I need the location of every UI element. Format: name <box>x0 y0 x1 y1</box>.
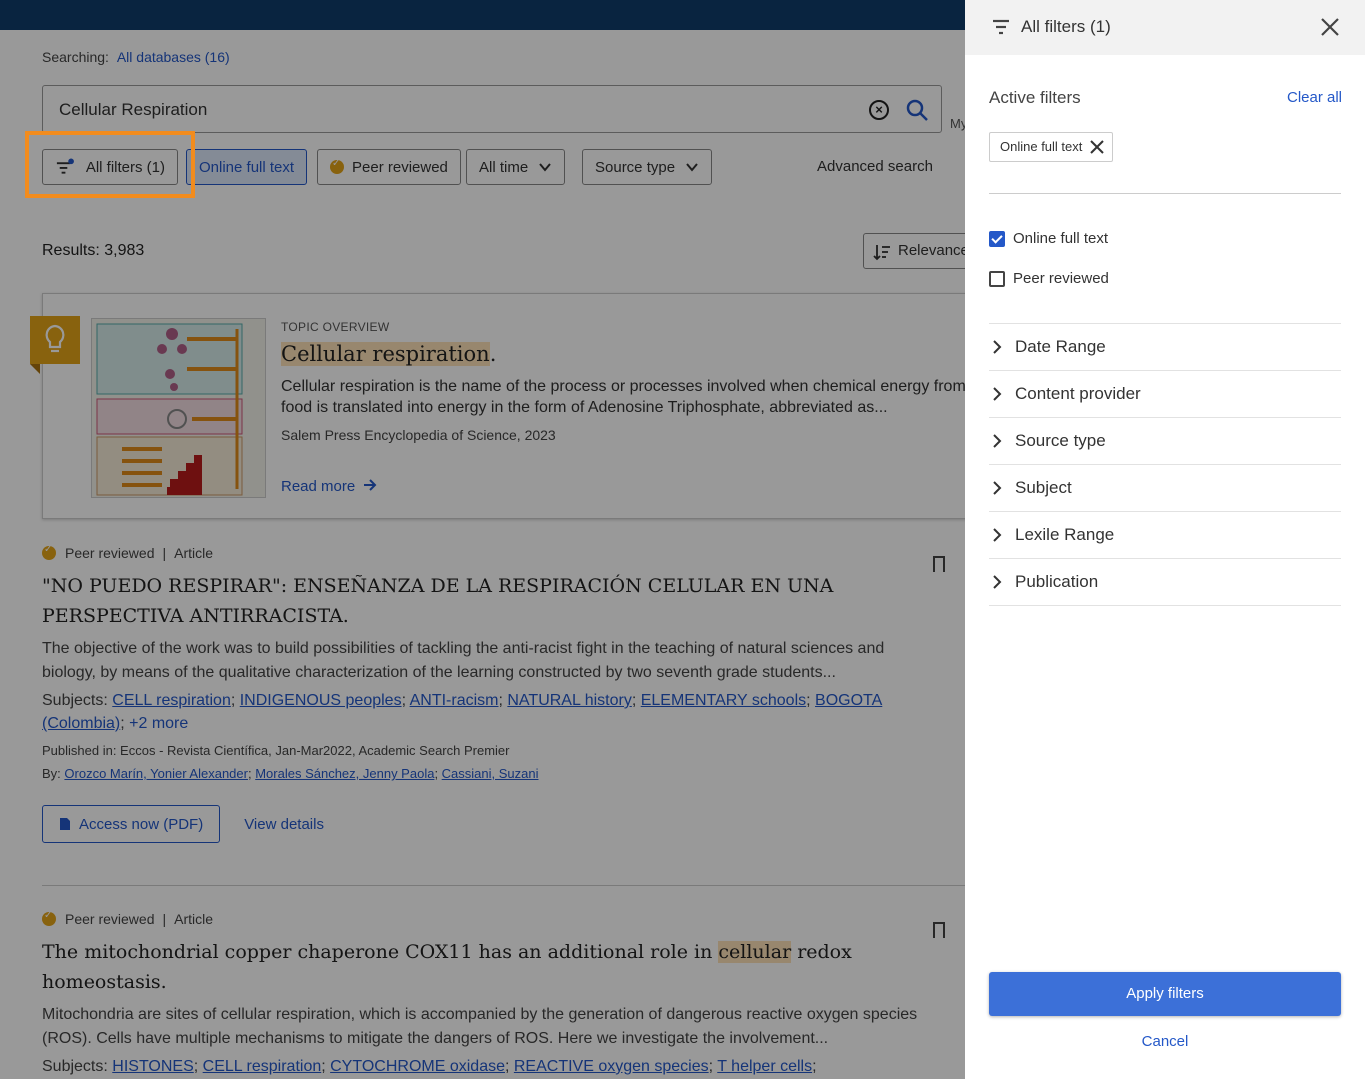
filter-sections: Date Range Content provider Source type … <box>989 323 1341 606</box>
active-filter-chip: Online full text <box>989 132 1114 162</box>
online-full-text-checkbox-label: Online full text <box>1013 230 1109 247</box>
chevron-right-icon <box>993 528 1002 542</box>
section-label: Publication <box>1015 572 1099 591</box>
active-filter-label: Online full text <box>1000 139 1083 154</box>
section-lexile-range[interactable]: Lexile Range <box>989 512 1341 559</box>
peer-reviewed-checkbox-row[interactable]: Peer reviewed <box>989 270 1109 287</box>
online-full-text-checkbox[interactable] <box>989 230 1005 247</box>
apply-filters-button[interactable]: Apply filters <box>989 972 1341 1016</box>
section-label: Lexile Range <box>1015 525 1115 544</box>
drawer-title: All filters (1) <box>1021 17 1111 36</box>
online-full-text-checkbox-row[interactable]: Online full text <box>989 230 1108 247</box>
close-icon[interactable] <box>1319 16 1341 38</box>
section-date-range[interactable]: Date Range <box>989 324 1341 371</box>
section-publication[interactable]: Publication <box>989 559 1341 606</box>
section-label: Date Range <box>1015 337 1106 356</box>
cancel-link[interactable]: Cancel <box>965 1033 1365 1050</box>
section-content-provider[interactable]: Content provider <box>989 371 1341 418</box>
filters-drawer: All filters (1) Active filters Clear all… <box>965 0 1365 1079</box>
drawer-header: All filters (1) <box>965 0 1365 55</box>
section-label: Source type <box>1015 431 1106 450</box>
clear-all-link[interactable]: Clear all <box>1287 89 1342 106</box>
chevron-right-icon <box>993 481 1002 495</box>
active-filters-label: Active filters <box>989 88 1081 107</box>
peer-reviewed-checkbox-label: Peer reviewed <box>1013 270 1109 287</box>
peer-reviewed-checkbox[interactable] <box>989 270 1005 287</box>
remove-filter-icon[interactable] <box>1089 139 1105 155</box>
filter-icon <box>993 19 1009 35</box>
chevron-right-icon <box>993 387 1002 401</box>
section-label: Subject <box>1015 478 1072 497</box>
annotation-highlight-box <box>25 131 195 198</box>
section-label: Content provider <box>1015 384 1141 403</box>
chevron-right-icon <box>993 575 1002 589</box>
section-source-type[interactable]: Source type <box>989 418 1341 465</box>
chevron-right-icon <box>993 434 1002 448</box>
chevron-right-icon <box>993 340 1002 354</box>
section-subject[interactable]: Subject <box>989 465 1341 512</box>
drawer-divider <box>989 193 1341 194</box>
